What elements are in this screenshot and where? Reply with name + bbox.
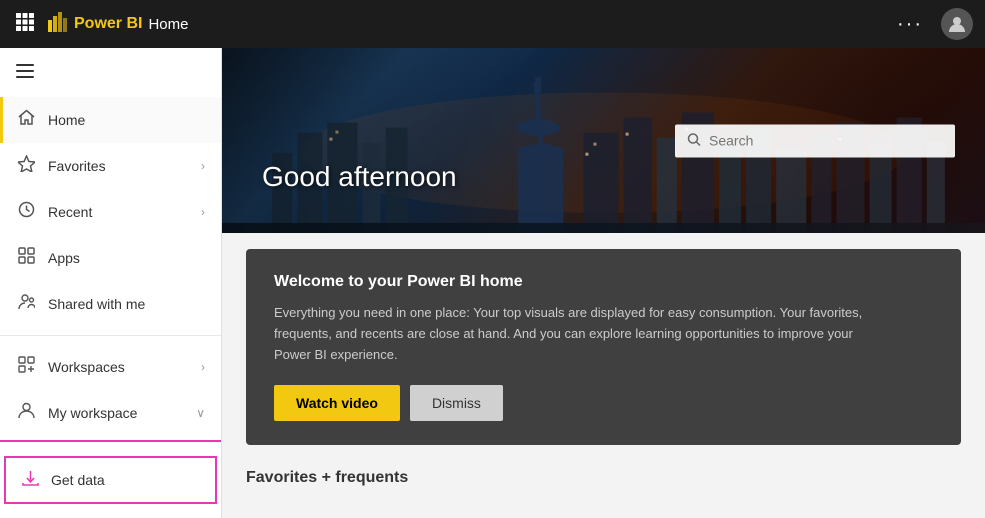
brand: Power BI Home	[48, 12, 188, 37]
home-icon	[16, 109, 36, 131]
hero-greeting: Good afternoon	[262, 161, 457, 193]
sidebar-item-apps[interactable]: Apps	[0, 235, 221, 281]
hamburger-button[interactable]	[0, 48, 221, 97]
sidebar-item-workspaces[interactable]: Workspaces ›	[0, 344, 221, 390]
sidebar-item-home[interactable]: Home	[0, 97, 221, 143]
sidebar-label-apps: Apps	[48, 250, 205, 266]
workspaces-chevron-icon: ›	[201, 360, 205, 374]
page-title: Home	[148, 16, 188, 33]
search-icon	[687, 132, 701, 149]
user-avatar[interactable]	[941, 8, 973, 40]
search-input[interactable]	[709, 133, 943, 149]
content-area: Good afternoon Welcome to your Power BI …	[222, 48, 985, 518]
get-data-label: Get data	[51, 472, 105, 488]
welcome-body: Everything you need in one place: Your t…	[274, 303, 874, 365]
sidebar-label-shared: Shared with me	[48, 296, 205, 312]
sidebar-item-favorites[interactable]: Favorites ›	[0, 143, 221, 189]
workspaces-icon	[16, 356, 36, 378]
sidebar-label-home: Home	[48, 112, 205, 128]
sidebar-label-workspaces: Workspaces	[48, 359, 189, 375]
hero-search-box[interactable]	[675, 124, 955, 157]
app-name: Power BI	[74, 15, 142, 33]
sidebar-item-my-workspace[interactable]: My workspace ∨	[0, 390, 221, 436]
favorites-section-header: Favorites + frequents	[222, 461, 985, 499]
sidebar-item-recent[interactable]: Recent ›	[0, 189, 221, 235]
my-workspace-chevron-icon: ∨	[196, 406, 205, 420]
get-data-icon	[22, 470, 39, 490]
clock-icon	[16, 201, 36, 223]
main-layout: Home Favorites ›	[0, 48, 985, 518]
apps-grid-icon[interactable]	[12, 9, 38, 40]
topbar: Power BI Home ···	[0, 0, 985, 48]
welcome-title: Welcome to your Power BI home	[274, 273, 933, 291]
sidebar-label-my-workspace: My workspace	[48, 405, 184, 421]
sidebar-item-shared[interactable]: Shared with me	[0, 281, 221, 327]
sidebar: Home Favorites ›	[0, 48, 222, 518]
get-data-button[interactable]: Get data	[4, 456, 217, 504]
sidebar-nav: Home Favorites ›	[0, 97, 221, 440]
apps-icon	[16, 247, 36, 269]
watch-video-button[interactable]: Watch video	[274, 385, 400, 421]
star-icon	[16, 155, 36, 177]
dismiss-button[interactable]: Dismiss	[410, 385, 503, 421]
sidebar-label-favorites: Favorites	[48, 158, 189, 174]
hero-banner: Good afternoon	[222, 48, 985, 233]
welcome-actions: Watch video Dismiss	[274, 385, 933, 421]
favorites-chevron-icon: ›	[201, 159, 205, 173]
share-person-icon	[16, 293, 36, 315]
nav-divider	[0, 335, 221, 336]
person-workspace-icon	[16, 402, 36, 424]
recent-chevron-icon: ›	[201, 205, 205, 219]
sidebar-bottom: Get data	[0, 440, 221, 518]
more-options-button[interactable]: ···	[889, 9, 931, 40]
welcome-card: Welcome to your Power BI home Everything…	[246, 249, 961, 445]
app-logo	[48, 12, 68, 37]
sidebar-label-recent: Recent	[48, 204, 189, 220]
